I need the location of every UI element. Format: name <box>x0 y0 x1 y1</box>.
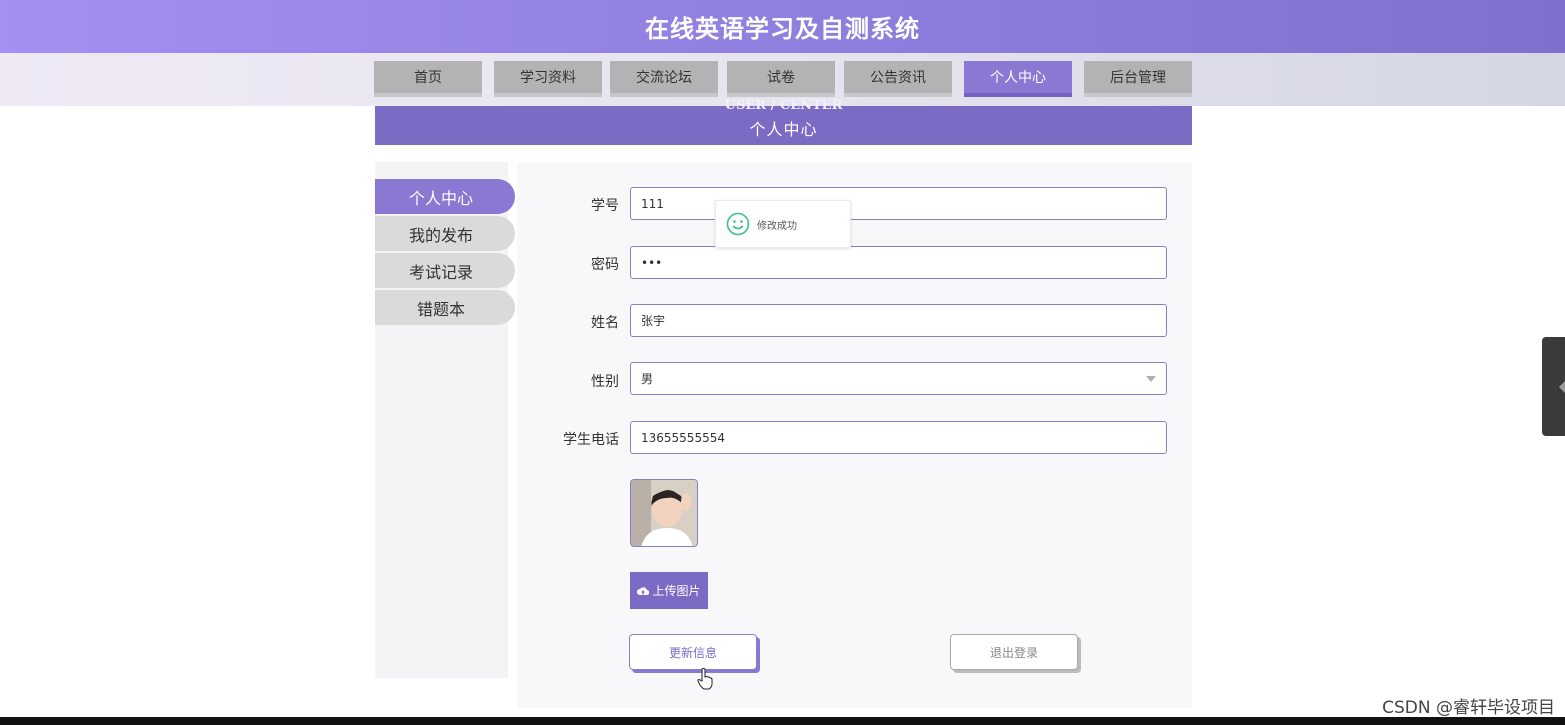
sidebar: 个人中心 我的发布 考试记录 错题本 <box>375 162 515 678</box>
nav-item-announcements[interactable]: 公告资讯 <box>844 61 952 97</box>
sidebar-item-wrong-questions[interactable]: 错题本 <box>375 290 515 325</box>
avatar-photo <box>631 480 697 546</box>
upload-button-label: 上传图片 <box>652 584 701 598</box>
cloud-upload-icon <box>637 586 650 595</box>
floating-side-tab[interactable] <box>1542 337 1565 436</box>
update-info-button[interactable]: 更新信息 <box>629 634 757 670</box>
sidebar-item-my-posts[interactable]: 我的发布 <box>375 216 515 251</box>
upload-image-button[interactable]: 上传图片 <box>630 572 708 609</box>
nav-item-forum[interactable]: 交流论坛 <box>610 61 718 97</box>
toast-message: 修改成功 <box>757 220 797 232</box>
app-header: 在线英语学习及自测系统 <box>0 0 1565 53</box>
name-input[interactable]: 张宇 <box>630 304 1167 337</box>
watermark-text: CSDN @睿轩毕设项目 <box>1382 698 1555 718</box>
avatar <box>630 479 698 547</box>
name-label: 姓名 <box>591 315 619 331</box>
success-toast: 修改成功 <box>715 200 851 248</box>
sidebar-item-personal-center[interactable]: 个人中心 <box>375 179 515 214</box>
section-banner: USER / CENTER 个人中心 <box>375 98 1192 145</box>
gender-select[interactable]: 男 <box>630 362 1167 395</box>
nav-item-study-materials[interactable]: 学习资料 <box>494 61 602 97</box>
sidebar-item-exam-records[interactable]: 考试记录 <box>375 253 515 288</box>
nav-item-admin[interactable]: 后台管理 <box>1084 61 1192 97</box>
phone-input[interactable]: 13655555554 <box>630 421 1167 454</box>
nav-item-personal-center[interactable]: 个人中心 <box>964 61 1072 97</box>
smile-icon <box>726 212 750 236</box>
student-id-input[interactable]: 111 <box>630 187 1167 220</box>
nav-item-home[interactable]: 首页 <box>374 61 482 97</box>
hand-cursor-icon <box>697 668 713 694</box>
bottom-edge-bar <box>0 717 1565 725</box>
logout-button[interactable]: 退出登录 <box>950 634 1078 670</box>
password-label: 密码 <box>591 257 619 273</box>
chevron-left-icon <box>1559 381 1565 393</box>
student-id-label: 学号 <box>591 198 619 214</box>
site-title: 在线英语学习及自测系统 <box>645 15 920 43</box>
nav-item-exam-papers[interactable]: 试卷 <box>727 61 835 97</box>
gender-label: 性别 <box>591 374 619 390</box>
chevron-down-icon <box>1146 376 1156 382</box>
profile-form: 学号 111 密码 ••• 姓名 张宇 性别 男 学生电话 1365555555… <box>517 162 1192 708</box>
banner-title: 个人中心 <box>749 120 818 139</box>
phone-label: 学生电话 <box>563 432 619 448</box>
gender-selected-value: 男 <box>641 372 654 386</box>
password-input[interactable]: ••• <box>630 246 1167 279</box>
banner-subtitle-en: USER / CENTER <box>724 98 843 110</box>
